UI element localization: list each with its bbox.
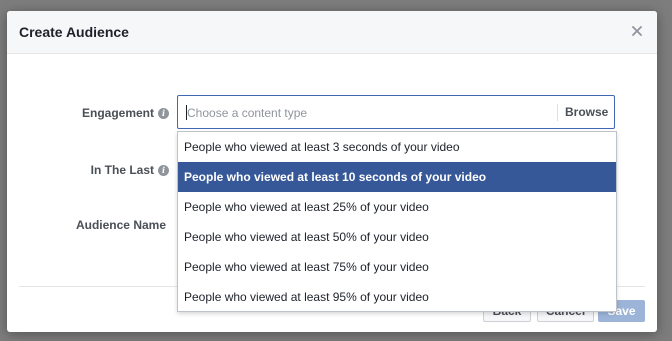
in-the-last-label: In The Last i xyxy=(91,163,169,177)
in-the-last-label-text: In The Last xyxy=(90,163,154,177)
dropdown-option-selected[interactable]: People who viewed at least 10 seconds of… xyxy=(178,162,616,192)
input-divider xyxy=(557,104,558,121)
info-icon[interactable]: i xyxy=(158,164,169,176)
info-icon[interactable]: i xyxy=(158,107,169,119)
content-type-input[interactable]: Choose a content type Browse xyxy=(177,95,615,129)
audience-name-label-text: Audience Name xyxy=(75,218,166,232)
dialog-header: Create Audience xyxy=(7,11,657,54)
dropdown-option[interactable]: People who viewed at least 3 seconds of … xyxy=(178,132,616,162)
content-type-placeholder: Choose a content type xyxy=(187,106,308,120)
close-icon[interactable] xyxy=(629,23,645,39)
dropdown-option[interactable]: People who viewed at least 25% of your v… xyxy=(178,192,616,222)
dialog-title: Create Audience xyxy=(19,24,129,40)
browse-button[interactable]: Browse xyxy=(565,105,608,119)
dropdown-option[interactable]: People who viewed at least 75% of your v… xyxy=(178,252,616,282)
content-type-dropdown: People who viewed at least 3 seconds of … xyxy=(177,131,617,312)
engagement-label-text: Engagement xyxy=(81,106,154,120)
dropdown-option[interactable]: People who viewed at least 50% of your v… xyxy=(178,222,616,252)
audience-name-label: Audience Name xyxy=(76,218,166,232)
engagement-label: Engagement i xyxy=(82,106,169,120)
dropdown-option[interactable]: People who viewed at least 95% of your v… xyxy=(178,282,616,312)
